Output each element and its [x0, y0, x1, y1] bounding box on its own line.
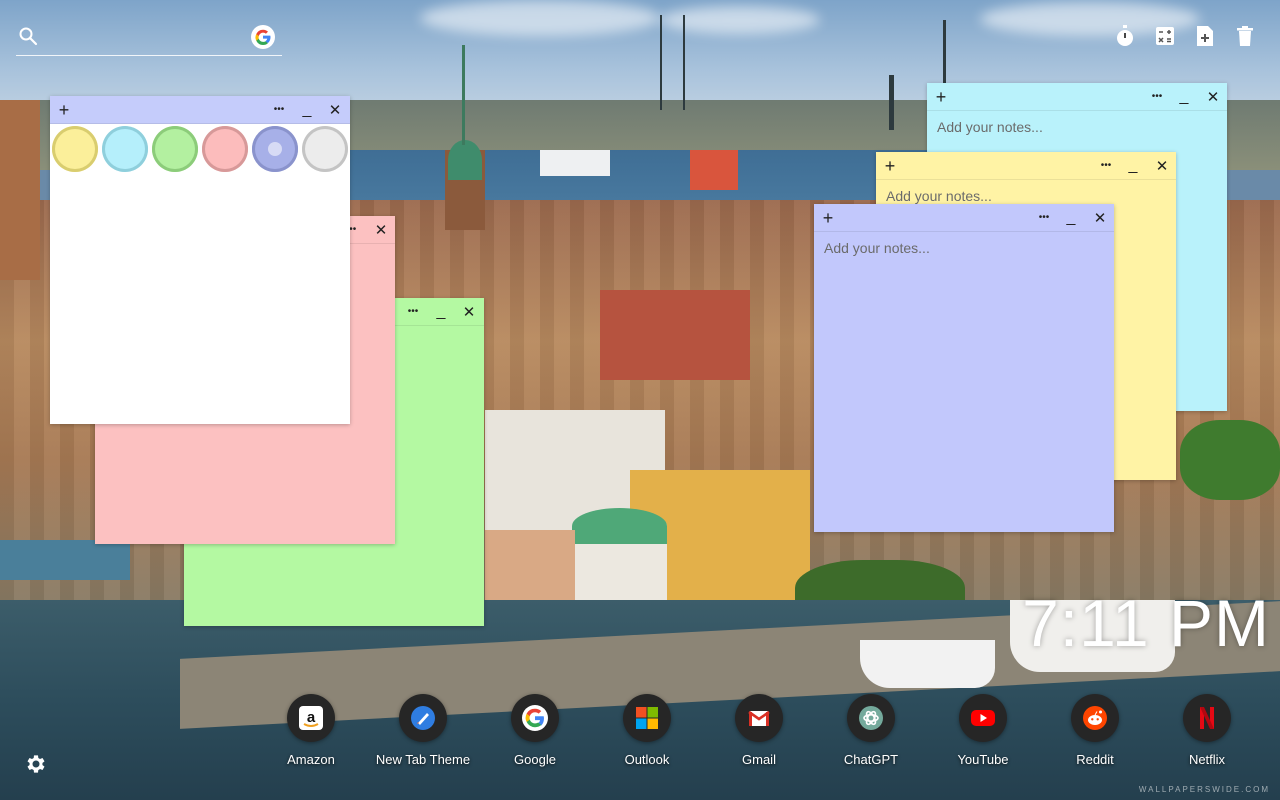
shortcut-label: ChatGPT [843, 752, 899, 767]
shortcut-label: Gmail [742, 752, 776, 767]
color-palette [50, 124, 350, 176]
timer-icon[interactable] [1114, 24, 1136, 48]
calculator-icon[interactable] [1154, 24, 1176, 48]
gmail-icon [735, 694, 783, 742]
google-icon[interactable] [251, 25, 275, 49]
note-header[interactable]: + ••• _ ✕ [876, 152, 1176, 180]
netflix-icon [1183, 694, 1231, 742]
shortcut-outlook[interactable]: Outlook [591, 694, 703, 767]
shortcut-label: Reddit [1076, 752, 1114, 767]
shortcut-label: YouTube [957, 752, 1009, 767]
shortcut-chatgpt[interactable]: ChatGPT [815, 694, 927, 767]
color-swatch[interactable] [252, 126, 298, 172]
note-text-area[interactable] [824, 240, 1104, 524]
shortcut-label: Amazon [287, 752, 335, 767]
close-note-button[interactable]: ✕ [457, 298, 481, 326]
note-menu-button[interactable]: ••• [267, 96, 291, 124]
shortcut-reddit[interactable]: Reddit [1039, 694, 1151, 767]
shortcut-dock: a Amazon New Tab Theme Google Outlook Gm… [255, 694, 1263, 767]
clock: 7:11 PM [1022, 586, 1270, 660]
close-note-button[interactable]: ✕ [323, 96, 347, 124]
add-note-button[interactable]: + [52, 96, 76, 124]
shortcut-label: Google [514, 752, 556, 767]
youtube-icon [959, 694, 1007, 742]
minimize-note-button[interactable]: _ [1059, 204, 1083, 232]
add-note-button[interactable]: + [816, 204, 840, 232]
note-header[interactable]: + ••• _ ✕ [50, 96, 350, 124]
gear-icon[interactable] [24, 752, 48, 776]
search-bar [16, 24, 282, 56]
color-swatch[interactable] [152, 126, 198, 172]
shortcut-new-tab-theme[interactable]: New Tab Theme [367, 694, 479, 767]
search-input[interactable] [46, 24, 246, 50]
note-header[interactable]: + ••• _ ✕ [814, 204, 1114, 232]
shortcut-label: Netflix [1188, 752, 1226, 767]
color-swatch[interactable] [102, 126, 148, 172]
color-swatch[interactable] [202, 126, 248, 172]
add-note-button[interactable]: + [929, 83, 953, 111]
add-note-icon[interactable] [1194, 24, 1216, 48]
wallpaper-watermark: WALLPAPERSWIDE.COM [1138, 785, 1270, 794]
sticky-note-white[interactable]: + ••• _ ✕ [50, 96, 350, 424]
note-text-area[interactable] [60, 184, 340, 416]
color-swatch[interactable] [52, 126, 98, 172]
shortcut-google[interactable]: Google [479, 694, 591, 767]
color-swatch[interactable] [302, 126, 348, 172]
close-note-button[interactable]: ✕ [369, 216, 393, 244]
note-header[interactable]: + ••• _ ✕ [927, 83, 1227, 111]
close-note-button[interactable]: ✕ [1088, 204, 1112, 232]
note-menu-button[interactable]: ••• [1032, 204, 1056, 232]
note-menu-button[interactable]: ••• [1145, 83, 1169, 111]
shortcut-label: New Tab Theme [375, 752, 471, 767]
close-note-button[interactable]: ✕ [1150, 152, 1174, 180]
minimize-note-button[interactable]: _ [429, 298, 453, 326]
add-note-button[interactable]: + [878, 152, 902, 180]
microsoft-icon [623, 694, 671, 742]
svg-text:a: a [307, 709, 316, 726]
amazon-icon: a [287, 694, 335, 742]
minimize-note-button[interactable]: _ [295, 96, 319, 124]
new-tab-theme-icon [399, 694, 447, 742]
search-icon[interactable] [18, 26, 38, 46]
shortcut-label: Outlook [624, 752, 670, 767]
note-menu-button[interactable]: ••• [1094, 152, 1118, 180]
shortcut-amazon[interactable]: a Amazon [255, 694, 367, 767]
shortcut-netflix[interactable]: Netflix [1151, 694, 1263, 767]
minimize-note-button[interactable]: _ [1121, 152, 1145, 180]
minimize-note-button[interactable]: _ [1172, 83, 1196, 111]
shortcut-gmail[interactable]: Gmail [703, 694, 815, 767]
google-icon [511, 694, 559, 742]
trash-icon[interactable] [1234, 24, 1256, 48]
top-actions [1114, 24, 1256, 48]
reddit-icon [1071, 694, 1119, 742]
close-note-button[interactable]: ✕ [1201, 83, 1225, 111]
sticky-note-lavender[interactable]: + ••• _ ✕ [814, 204, 1114, 532]
chatgpt-icon [847, 694, 895, 742]
note-menu-button[interactable]: ••• [401, 298, 425, 326]
shortcut-youtube[interactable]: YouTube [927, 694, 1039, 767]
